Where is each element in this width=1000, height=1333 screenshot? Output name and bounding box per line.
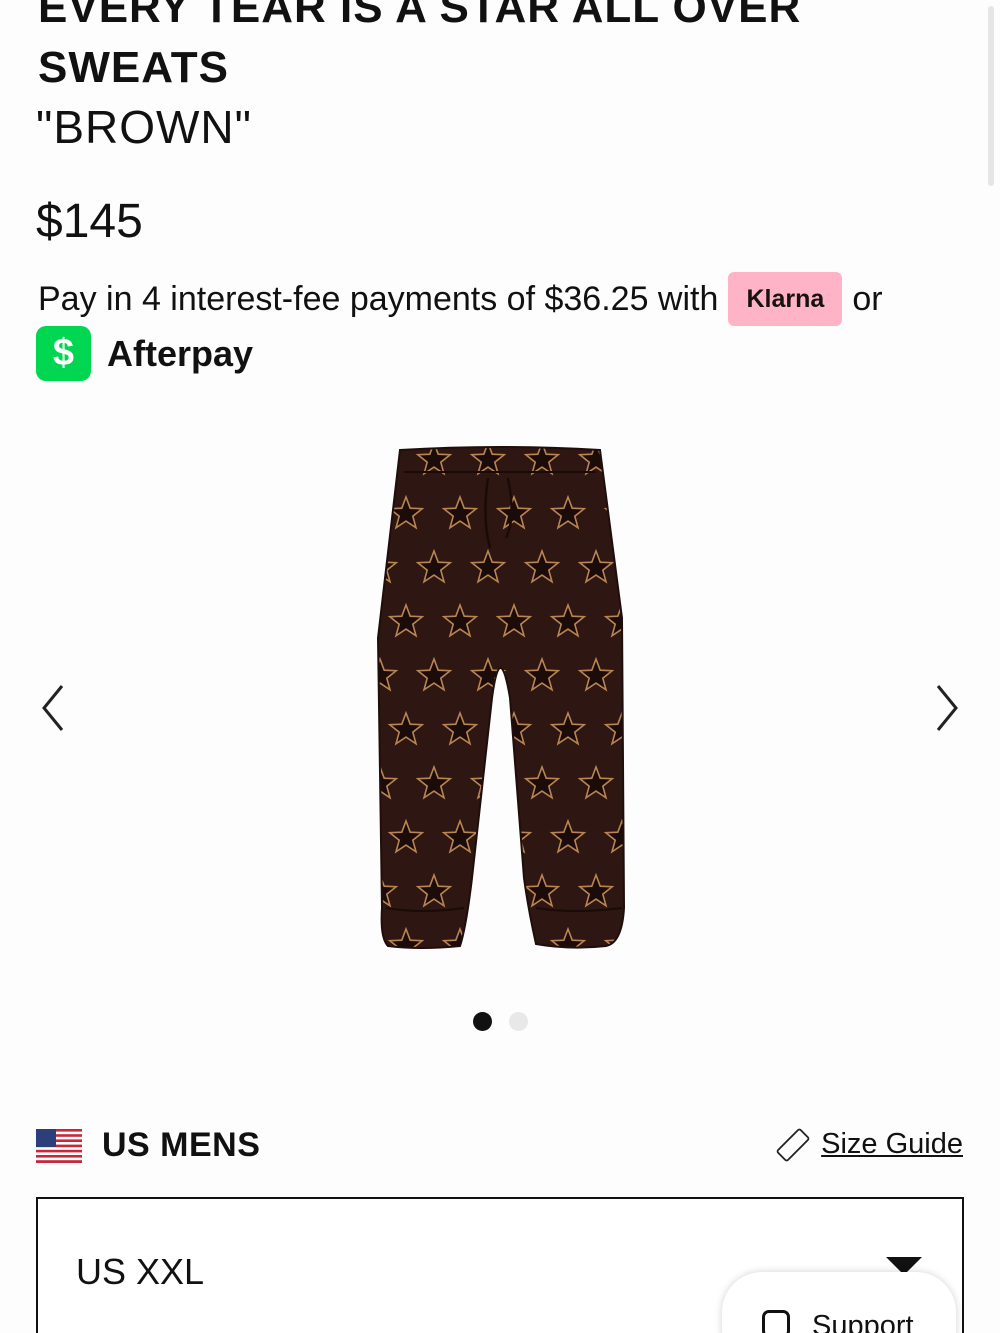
chat-bubble-icon bbox=[762, 1310, 790, 1333]
klarna-badge[interactable]: Klarna bbox=[728, 272, 843, 326]
cash-app-icon: $ bbox=[36, 326, 91, 381]
star-pattern-mark bbox=[378, 447, 399, 476]
star-pattern-mark bbox=[634, 443, 640, 474]
afterpay-label: Afterpay bbox=[107, 332, 254, 374]
size-guide-label: Size Guide bbox=[821, 1127, 963, 1160]
chevron-right-icon[interactable] bbox=[926, 678, 966, 738]
product-image[interactable] bbox=[360, 438, 640, 958]
star-pattern-mark bbox=[634, 551, 640, 582]
star-pattern-mark bbox=[634, 767, 640, 798]
star-pattern-mark bbox=[634, 875, 640, 906]
scrollbar[interactable] bbox=[988, 6, 994, 186]
star-pattern-mark bbox=[603, 494, 624, 530]
product-title-line-2: SWEATS bbox=[38, 43, 229, 92]
product-price: $145 bbox=[36, 195, 143, 248]
product-gallery[interactable] bbox=[0, 410, 1000, 1010]
size-region-label: US MENS bbox=[102, 1126, 261, 1164]
ruler-icon bbox=[776, 1128, 810, 1162]
size-guide-link[interactable]: Size Guide bbox=[773, 1124, 963, 1164]
product-title-line-1: EVERY TEAR IS A STAR ALL OVER bbox=[38, 0, 802, 32]
product-color: "BROWN" bbox=[36, 101, 252, 153]
star-pattern-mark bbox=[469, 872, 507, 908]
size-region[interactable]: US MENS bbox=[36, 1126, 260, 1165]
carousel-dot-2[interactable] bbox=[509, 1012, 528, 1031]
star-pattern-mark bbox=[495, 926, 533, 948]
star-pattern-mark bbox=[634, 659, 640, 690]
installment-text: Pay in 4 interest-fee payments of $36.25… bbox=[38, 280, 719, 318]
or-text: or bbox=[852, 280, 883, 318]
installment-info: Pay in 4 interest-fee payments of $36.25… bbox=[38, 272, 883, 326]
carousel-dot-1[interactable] bbox=[473, 1012, 492, 1031]
chevron-left-icon[interactable] bbox=[34, 678, 74, 738]
size-select-value: US XXL bbox=[76, 1251, 205, 1292]
support-label: Support bbox=[812, 1310, 914, 1333]
support-button[interactable]: Support bbox=[722, 1272, 956, 1333]
carousel-dots bbox=[473, 1012, 528, 1031]
us-flag-icon bbox=[36, 1128, 82, 1163]
afterpay-option[interactable]: $ Afterpay bbox=[36, 326, 253, 381]
